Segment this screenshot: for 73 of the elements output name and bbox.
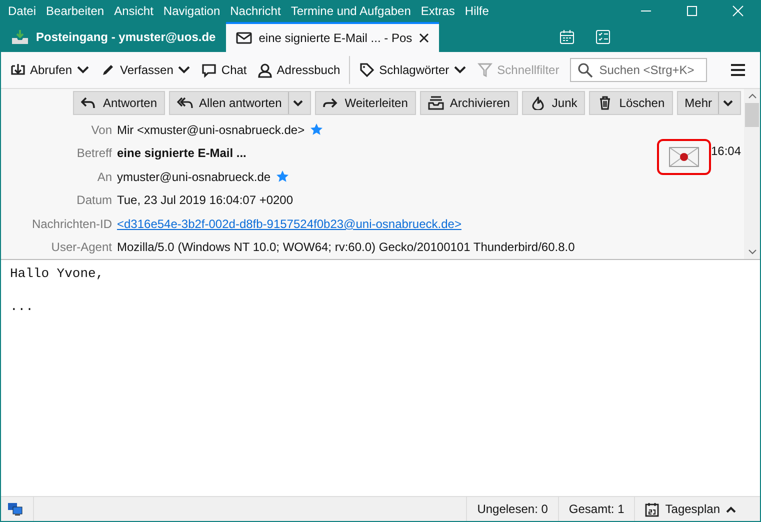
menu-icon[interactable] — [730, 63, 746, 77]
menu-item[interactable]: Hilfe — [464, 4, 489, 18]
person-icon — [256, 62, 273, 78]
toolbar-button[interactable]: Adressbuch — [252, 59, 346, 81]
today-pane-toggle[interactable]: Tagesplan — [634, 497, 746, 521]
menu-item[interactable]: Nachricht — [230, 4, 281, 18]
download-icon — [10, 62, 26, 78]
menu-item[interactable]: Datei — [8, 4, 36, 18]
action-button[interactable]: Allen antworten — [169, 91, 311, 115]
header-value: Mozilla/5.0 (Windows NT 10.0; WOW64; rv:60.0) Gecko/20100101 Thunderbird/60.8.0 — [117, 240, 575, 254]
header-label: User-Agent — [50, 240, 112, 254]
filter-icon — [477, 62, 494, 78]
dropdown-icon[interactable] — [454, 66, 466, 74]
search-field[interactable]: Suchen <Strg+K> — [570, 58, 708, 82]
chat-bubble-icon — [201, 62, 218, 78]
toolbar-button[interactable]: Chat — [196, 59, 252, 81]
envelope-icon — [236, 32, 252, 44]
flame-icon — [530, 96, 546, 110]
total-count: Gesamt: 1 — [558, 497, 634, 521]
caret-icon — [726, 506, 736, 512]
dropdown-icon[interactable] — [178, 66, 190, 74]
action-button[interactable]: Weiterleiten — [314, 91, 416, 115]
toolbar-button[interactable]: Abrufen — [5, 59, 78, 81]
network-icon[interactable] — [7, 502, 23, 516]
header-value: Tue, 23 Jul 2019 16:04:07 +0200 — [117, 193, 294, 208]
reply-all-icon — [177, 96, 194, 110]
menu-item[interactable]: Termine und Aufgaben — [290, 4, 411, 18]
close-icon[interactable] — [419, 33, 430, 43]
scrollbar-thumb[interactable] — [745, 103, 759, 127]
tab[interactable]: Posteingang - ymuster@uos.de — [1, 22, 226, 52]
dropdown-icon[interactable] — [723, 100, 733, 106]
action-button[interactable]: Antworten — [73, 91, 166, 115]
dropdown-icon[interactable] — [77, 66, 90, 74]
tab[interactable]: eine signierte E-Mail ... - Pos — [226, 22, 440, 52]
menu-item[interactable]: Ansicht — [114, 4, 154, 18]
archive-icon — [428, 96, 444, 110]
message-text: ... — [10, 299, 34, 314]
message-time: 16:04 — [711, 144, 742, 158]
header-value: eine signierte E-Mail ... — [117, 146, 246, 160]
menu-item[interactable]: Navigation — [163, 4, 220, 18]
action-button[interactable]: Mehr — [676, 91, 741, 115]
menu-item[interactable]: Extras — [420, 4, 455, 18]
tag-icon — [359, 62, 376, 78]
header-label: An — [96, 170, 112, 184]
header-label: Nachrichten-ID — [30, 216, 112, 231]
unread-count: Ungelesen: 0 — [466, 497, 558, 521]
header-label: Datum — [76, 193, 112, 208]
message-id-link[interactable]: <d316e54e-3b2f-002d-d8fb-9157524f0b23@uni-osnabrueck.de> — [117, 216, 462, 231]
scroll-up-icon[interactable] — [748, 93, 756, 99]
maximize-icon[interactable] — [686, 5, 698, 17]
message-text: Hallo Yvone, — [10, 266, 105, 281]
reply-icon — [81, 96, 97, 110]
header-label: Von — [90, 122, 112, 137]
search-icon — [577, 62, 594, 78]
signed-message-icon[interactable] — [657, 139, 711, 175]
menu-item[interactable]: Bearbeiten — [46, 4, 104, 18]
scroll-down-icon[interactable] — [748, 249, 756, 255]
calendar-icon[interactable] — [559, 29, 575, 45]
calendar-icon — [645, 502, 660, 516]
action-button[interactable]: Archivieren — [420, 91, 518, 115]
inbox-icon — [11, 29, 29, 45]
header-label: Betreff — [76, 146, 112, 160]
forward-icon — [322, 96, 339, 110]
toolbar-button[interactable]: Verfassen — [95, 59, 178, 81]
action-button[interactable]: Löschen — [589, 91, 673, 115]
dropdown-icon[interactable] — [292, 100, 303, 106]
task-list-icon[interactable] — [595, 29, 611, 45]
star-icon[interactable] — [276, 170, 289, 184]
toolbar-button[interactable]: Schlagwörter — [354, 59, 454, 81]
header-value: ymuster@uni-osnabrueck.de — [117, 170, 271, 184]
header-value: Mir <xmuster@uni-osnabrueck.de> — [117, 122, 305, 137]
action-button[interactable]: Junk — [522, 91, 586, 115]
star-icon[interactable] — [310, 123, 323, 136]
